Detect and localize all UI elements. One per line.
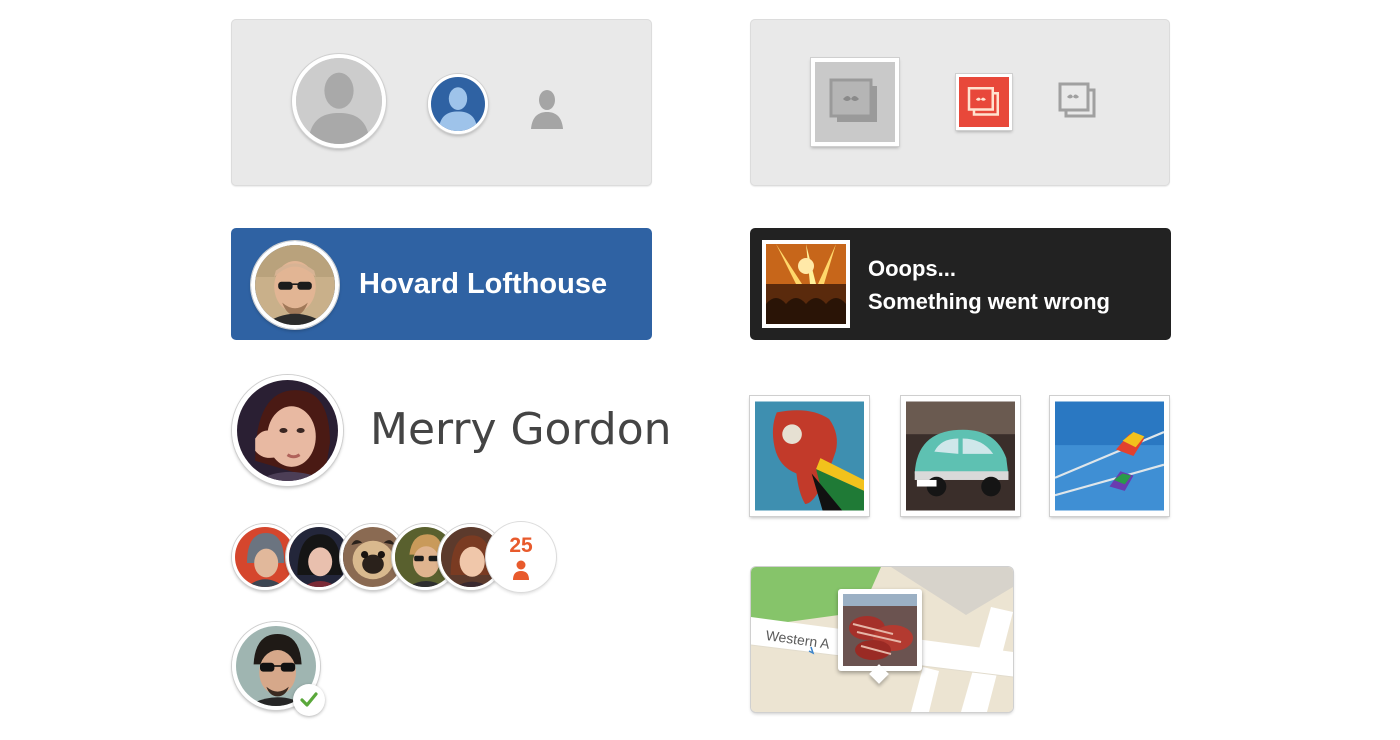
profile-name: Merry Gordon [370, 404, 672, 455]
error-notice: Ooops... Something went wrong [750, 228, 1171, 340]
image-placeholder-panel [750, 19, 1170, 186]
concert-photo [766, 244, 846, 324]
map-card[interactable]: Western A [751, 567, 1013, 712]
verified-badge [293, 684, 325, 716]
map-photo-pin[interactable] [838, 589, 922, 684]
avatar-group[interactable]: 25 [232, 522, 556, 594]
error-title: Ooops... [868, 256, 956, 281]
user-silhouette-icon [296, 58, 382, 144]
photo-thumbnail-car[interactable] [901, 396, 1020, 516]
user-photo [237, 380, 338, 481]
avatar-count: 25 [509, 534, 533, 557]
user-placeholder-medium [428, 74, 488, 134]
map-pin-photo [843, 594, 917, 666]
profile-card[interactable]: Hovard Lofthouse [231, 228, 652, 340]
avatar-count-badge[interactable]: 25 [486, 522, 556, 592]
rainbow-flags-photo [1055, 401, 1164, 511]
error-notice-thumbnail [762, 240, 850, 328]
profile-card-name: Hovard Lofthouse [359, 268, 608, 300]
photo-thumbnail-africa[interactable] [750, 396, 869, 516]
image-placeholder-medium [956, 74, 1012, 130]
user-placeholder-panel [231, 19, 652, 186]
profile-avatar-large[interactable] [232, 375, 343, 486]
checkmark-icon [300, 692, 318, 707]
user-silhouette-small-icon [531, 90, 563, 129]
user-silhouette-icon [431, 77, 485, 131]
image-placeholder-small-icon [1058, 82, 1096, 118]
user-placeholder-large [292, 54, 386, 148]
picture-icon [815, 62, 895, 142]
vintage-car-photo [906, 401, 1015, 511]
picture-icon [959, 77, 1009, 127]
photo-thumbnail-flags[interactable] [1050, 396, 1169, 516]
image-placeholder-large [811, 58, 899, 146]
africa-mural-photo [755, 401, 864, 511]
person-icon [513, 560, 529, 580]
profile-card-avatar [251, 241, 339, 329]
user-photo [255, 245, 335, 325]
error-message: Something went wrong [868, 289, 1110, 314]
